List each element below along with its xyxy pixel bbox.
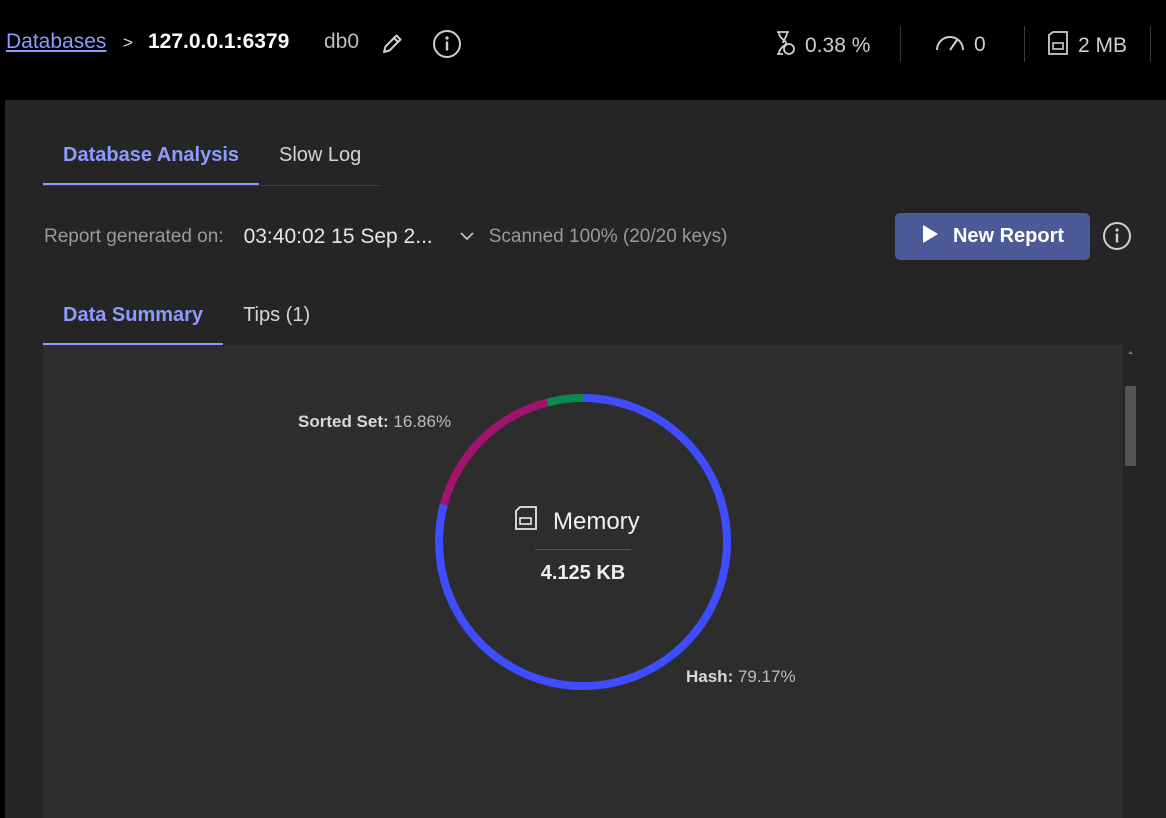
- donut-slice-other[interactable]: [546, 394, 584, 407]
- label-hash-name: Hash:: [686, 667, 734, 686]
- ops-metric: 0: [934, 30, 986, 60]
- metric-divider: [900, 26, 901, 62]
- memory-card-icon: [513, 505, 539, 538]
- scrollbar-thumb[interactable]: [1125, 386, 1136, 466]
- summary-tabs: Data Summary Tips (1): [43, 300, 331, 346]
- memory-chart-area: Sorted Set: 16.86% Hash: 79.17% Memory 4…: [43, 345, 1123, 818]
- breadcrumb-host: 127.0.0.1:6379: [148, 30, 290, 53]
- memory-metric: 2 MB: [1046, 30, 1127, 62]
- label-sorted-set-name: Sorted Set:: [298, 412, 389, 431]
- memory-card-icon: [1046, 30, 1070, 62]
- donut-slice-sorted-set[interactable]: [440, 398, 549, 506]
- hourglass-icon: [773, 30, 797, 62]
- top-bar: Databases > 127.0.0.1:6379 db0 0.38 % 0 …: [0, 0, 1166, 90]
- memory-total: 4.125 KB: [540, 562, 626, 584]
- metric-divider: [1024, 26, 1025, 62]
- new-report-button[interactable]: New Report: [895, 213, 1090, 260]
- info-icon[interactable]: [1102, 221, 1132, 256]
- memory-title: Memory: [553, 507, 640, 535]
- cpu-value: 0.38 %: [805, 34, 871, 57]
- label-sorted-set: Sorted Set: 16.86%: [298, 412, 451, 432]
- chevron-down-icon[interactable]: [459, 226, 475, 248]
- label-hash: Hash: 79.17%: [686, 667, 796, 687]
- report-generated-label: Report generated on:: [44, 226, 224, 247]
- metric-divider: [1150, 26, 1151, 62]
- center-divider: [535, 549, 631, 550]
- tab-tips[interactable]: Tips (1): [223, 300, 330, 343]
- breadcrumb-databases-link[interactable]: Databases: [6, 30, 106, 54]
- db-index: db0: [324, 30, 360, 53]
- pencil-icon[interactable]: [379, 31, 405, 62]
- new-report-label: New Report: [952, 225, 1065, 247]
- memory-center-title: Memory: [513, 505, 640, 538]
- tab-slow-log[interactable]: Slow Log: [259, 140, 381, 183]
- report-date-select[interactable]: 03:40:02 15 Sep 2...: [244, 225, 433, 249]
- breadcrumb-separator: >: [123, 33, 133, 52]
- info-icon[interactable]: [432, 29, 462, 64]
- analysis-panel: Database Analysis Slow Log Report genera…: [5, 100, 1166, 818]
- speedometer-icon: [934, 30, 966, 60]
- scroll-up-icon[interactable]: [1125, 347, 1136, 357]
- scrollbar[interactable]: [1125, 345, 1136, 818]
- tab-data-summary[interactable]: Data Summary: [43, 300, 224, 345]
- play-icon: [921, 224, 939, 250]
- scanned-status: Scanned 100% (20/20 keys): [488, 226, 728, 247]
- memory-value: 2 MB: [1078, 34, 1128, 57]
- tab-database-analysis[interactable]: Database Analysis: [43, 140, 260, 185]
- label-hash-value: 79.17%: [737, 667, 796, 686]
- ops-value: 0: [974, 33, 986, 56]
- label-sorted-set-value: 16.86%: [393, 412, 452, 431]
- report-row: Report generated on: 03:40:02 15 Sep 2..…: [44, 222, 727, 252]
- main-tabs: Database Analysis Slow Log: [43, 140, 382, 186]
- cpu-metric: 0.38 %: [773, 30, 870, 62]
